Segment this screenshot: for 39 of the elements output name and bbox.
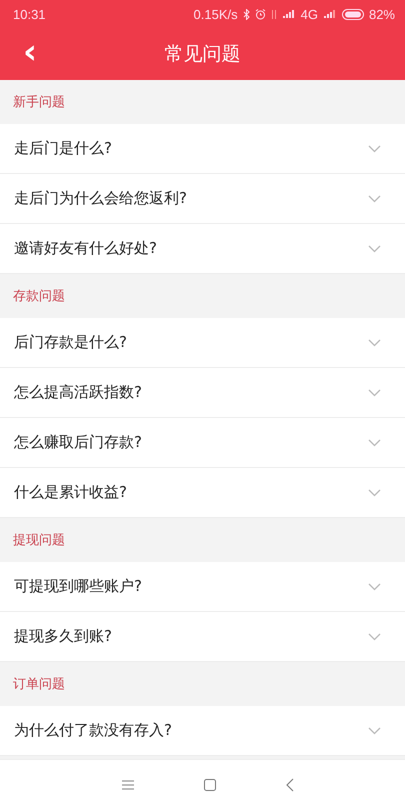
chevron-down-icon [368, 388, 381, 396]
question-item[interactable]: 为什么付了款没有存入? [0, 706, 405, 755]
chevron-down-icon [368, 632, 381, 640]
question-item[interactable]: 提现多久到账? [0, 612, 405, 661]
question-item[interactable]: 什么是累计收益? [0, 468, 405, 517]
chevron-down-icon [368, 488, 381, 496]
chevron-down-icon [368, 582, 381, 590]
section-title: 新手问题 [13, 94, 65, 111]
alarm-icon [254, 8, 266, 20]
question-item[interactable]: 后门存款是什么? [0, 318, 405, 367]
question-item[interactable]: 邀请好友有什么好处? [0, 224, 405, 273]
question-item[interactable]: 可提现到哪些账户? [0, 562, 405, 611]
page-title: 常见问题 [164, 42, 240, 67]
chevron-down-icon [368, 726, 381, 734]
bluetooth-icon [242, 8, 250, 20]
menu-icon[interactable] [122, 780, 134, 790]
network-type: 4G [300, 6, 318, 22]
chevron-down-icon [368, 338, 381, 346]
question-item[interactable]: 走后门是什么? [0, 124, 405, 173]
section-title: 订单问题 [13, 676, 65, 693]
question-item[interactable]: 怎么赚取后门存款? [0, 418, 405, 467]
signal-icon [322, 9, 337, 19]
question-item[interactable]: 怎么提高活跃指数? [0, 368, 405, 417]
signal-icon [282, 9, 296, 19]
time: 10:31 [13, 6, 46, 22]
back-icon[interactable] [286, 778, 294, 792]
chevron-down-icon [368, 438, 381, 446]
home-icon[interactable] [204, 779, 216, 791]
battery-icon [342, 8, 364, 20]
chevron-down-icon [368, 144, 381, 152]
section-title: 提现问题 [13, 532, 65, 549]
battery-level: 82% [368, 6, 395, 22]
back-button[interactable]: ‹ [14, 36, 46, 72]
network-speed: 0.15K/s [194, 6, 238, 22]
data-transfer-icon [270, 8, 277, 20]
chevron-down-icon [368, 194, 381, 202]
chevron-down-icon [368, 244, 381, 252]
section-title: 存款问题 [13, 288, 65, 305]
question-item[interactable]: 走后门为什么会给您返利? [0, 174, 405, 223]
